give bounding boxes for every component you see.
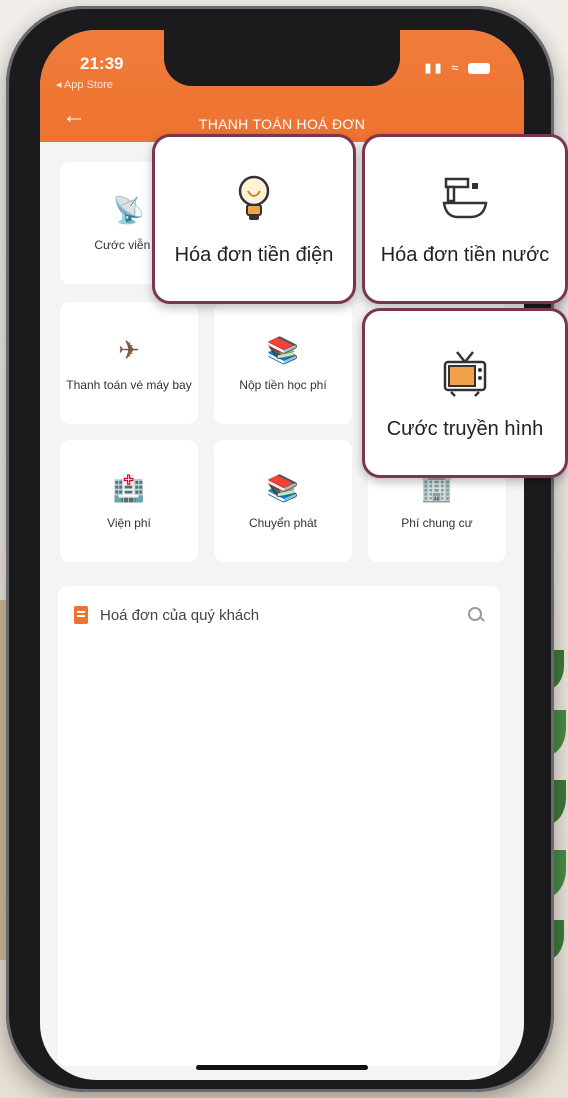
- invoice-icon: [74, 606, 88, 624]
- invoice-title: Hoá đơn của quý khách: [100, 606, 260, 624]
- home-indicator[interactable]: [196, 1065, 368, 1070]
- callout-electricity[interactable]: Hóa đơn tiền điện: [152, 134, 356, 304]
- invoice-panel: Hoá đơn của quý khách: [58, 586, 500, 1066]
- tower-icon: 📡: [112, 195, 146, 225]
- books-icon: 📚: [266, 335, 300, 365]
- battery-icon: [468, 63, 490, 75]
- notch: [164, 30, 400, 86]
- tile-label: Viện phí: [107, 516, 151, 530]
- callout-water[interactable]: Hóa đơn tiền nước: [362, 134, 568, 304]
- tile-tuition[interactable]: 📚 Nộp tiền học phí: [214, 302, 352, 424]
- books-icon: 📚: [266, 473, 300, 503]
- tile-delivery[interactable]: 📚 Chuyển phát: [214, 440, 352, 562]
- callout-water-label: Hóa đơn tiền nước: [380, 243, 550, 266]
- tile-label: Chuyển phát: [248, 516, 318, 530]
- tile-label: Phí chung cư: [401, 516, 473, 530]
- callout-tv-label: Cước truyền hình: [386, 417, 544, 440]
- page-title: THANH TOÁN HOÁ ĐƠN: [198, 116, 366, 132]
- callout-tv[interactable]: Cước truyền hình: [362, 308, 568, 478]
- tile-label: Nộp tiền học phí: [239, 378, 327, 392]
- tile-label: Thanh toán vé máy bay: [66, 378, 192, 392]
- faucet-basin-icon: [440, 172, 490, 226]
- lightbulb-icon: [234, 172, 274, 226]
- tile-airfare[interactable]: ✈ Thanh toán vé máy bay: [60, 302, 198, 424]
- hospital-icon: 🏥: [112, 473, 146, 503]
- status-back-app[interactable]: ◂ App Store: [56, 78, 113, 91]
- callout-electricity-label: Hóa đơn tiền điện: [174, 243, 334, 266]
- search-icon[interactable]: [468, 607, 484, 623]
- signal-wifi-icon: ▮▮ ≈: [424, 60, 462, 75]
- tile-hospital[interactable]: 🏥 Viện phí: [60, 440, 198, 562]
- airplane-icon: ✈: [118, 335, 140, 365]
- status-icons: ▮▮ ≈: [424, 60, 490, 76]
- status-time: 21:39: [80, 54, 124, 73]
- tv-icon: [441, 346, 489, 400]
- invoice-header: Hoá đơn của quý khách: [74, 604, 484, 626]
